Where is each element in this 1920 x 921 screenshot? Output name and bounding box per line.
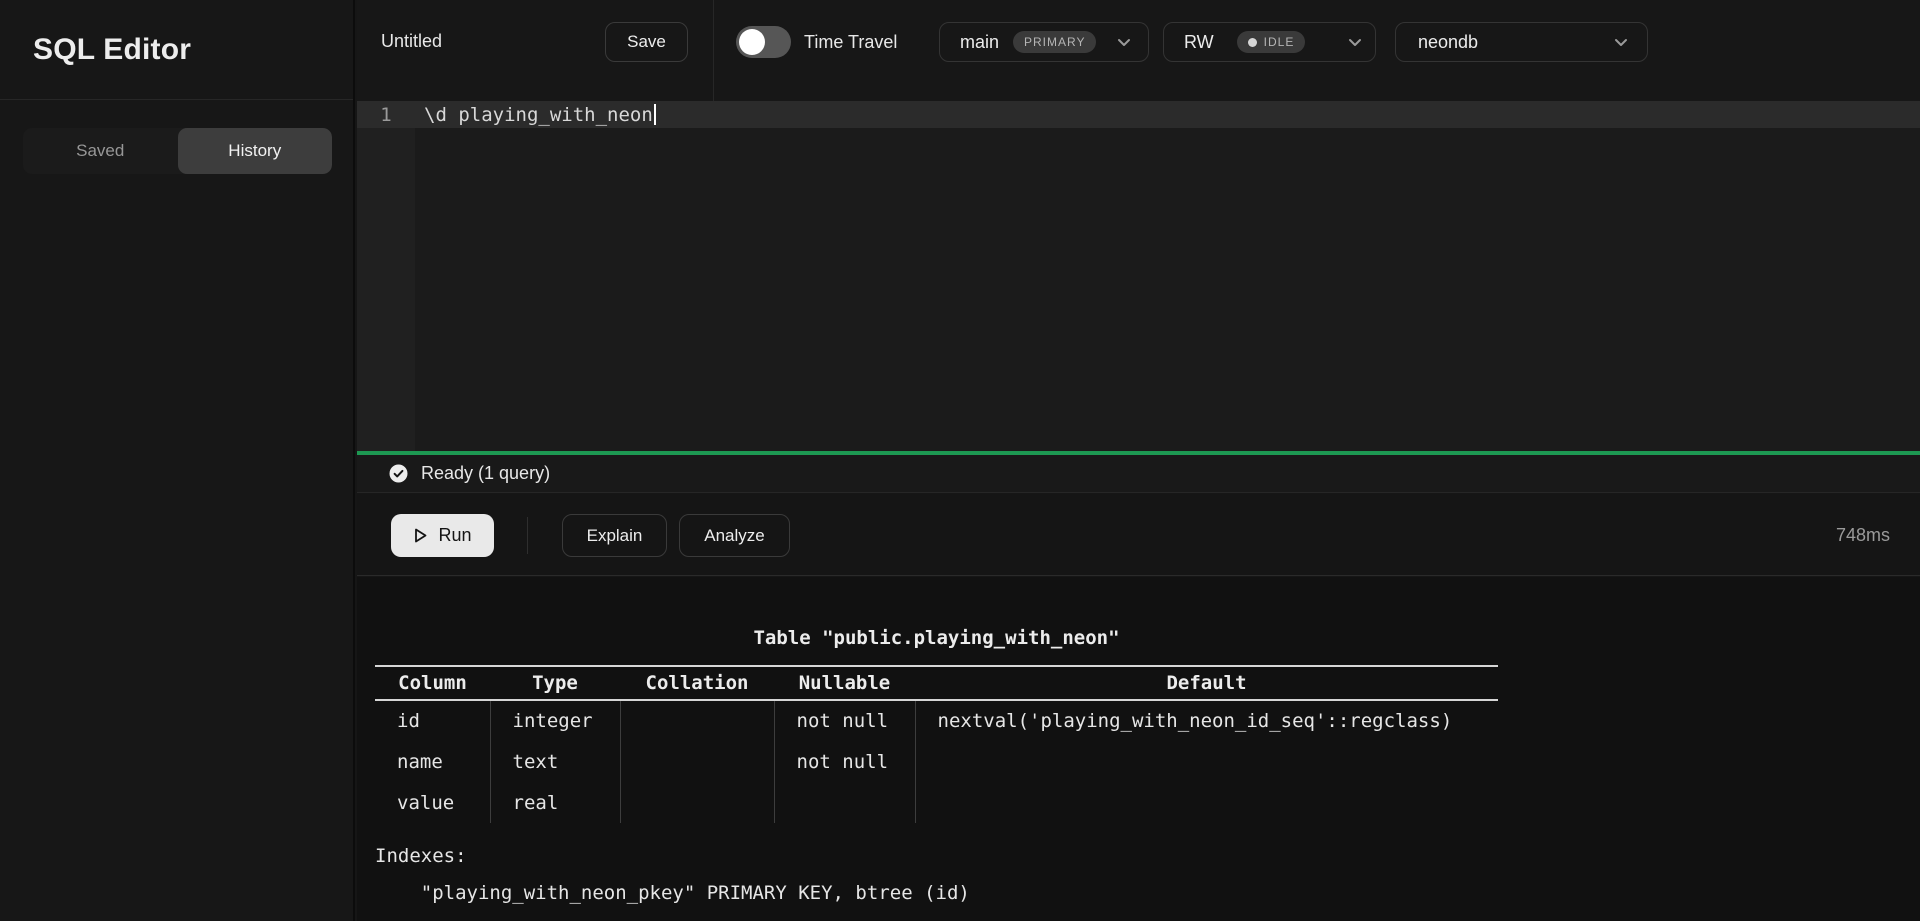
editor-gutter	[357, 101, 415, 451]
branch-select[interactable]: main PRIMARY	[939, 22, 1149, 62]
text-cursor	[654, 104, 656, 125]
chevron-down-icon	[1345, 32, 1365, 52]
topbar-divider	[713, 0, 714, 101]
tab-history-label: History	[228, 141, 281, 161]
results-table: Column Type Collation Nullable Default i…	[375, 665, 1498, 823]
table-cell: not null	[774, 700, 915, 741]
table-cell: nextval('playing_with_neon_id_seq'::regc…	[915, 700, 1498, 741]
column-header: Collation	[620, 666, 774, 700]
analyze-button[interactable]: Analyze	[679, 514, 790, 557]
compute-mode: RW	[1184, 32, 1214, 53]
chevron-down-icon	[1611, 32, 1631, 52]
check-circle-icon	[389, 464, 408, 483]
play-icon	[413, 527, 428, 544]
table-cell: name	[375, 741, 490, 782]
branch-primary-badge: PRIMARY	[1013, 31, 1096, 53]
indexes-footer: Indexes: "playing_with_neon_pkey" PRIMAR…	[375, 838, 1498, 912]
code-editor[interactable]: 1 \d playing_with_neon	[357, 101, 1920, 451]
code-line: \d playing_with_neon	[415, 104, 653, 126]
column-header: Type	[490, 666, 620, 700]
indexes-label: Indexes:	[375, 838, 1498, 875]
table-header-row: Column Type Collation Nullable Default	[375, 666, 1498, 700]
line-number: 1	[357, 104, 415, 126]
actions-divider	[527, 517, 528, 554]
explain-button-label: Explain	[587, 526, 643, 546]
query-title[interactable]: Untitled	[381, 31, 442, 52]
index-definition: "playing_with_neon_pkey" PRIMARY KEY, bt…	[375, 875, 1498, 912]
save-button-label: Save	[627, 32, 666, 52]
analyze-button-label: Analyze	[704, 526, 764, 546]
statusbar: Ready (1 query)	[357, 455, 1920, 493]
table-cell	[774, 782, 915, 823]
table-cell: integer	[490, 700, 620, 741]
database-name: neondb	[1418, 32, 1478, 53]
run-button-label: Run	[438, 525, 471, 546]
status-text: Ready (1 query)	[421, 463, 550, 484]
table-cell	[620, 782, 774, 823]
chevron-down-icon	[1114, 32, 1134, 52]
sidebar: SQL Editor Saved History	[0, 0, 355, 921]
table-cell: value	[375, 782, 490, 823]
table-row: name text not null	[375, 741, 1498, 782]
table-cell	[915, 741, 1498, 782]
toggle-knob	[739, 29, 765, 55]
table-cell: not null	[774, 741, 915, 782]
results-panel: Table "public.playing_with_neon" Column …	[357, 577, 1920, 921]
sidebar-tabs: Saved History	[23, 128, 332, 174]
tab-saved-label: Saved	[76, 141, 124, 161]
table-cell: real	[490, 782, 620, 823]
explain-button[interactable]: Explain	[562, 514, 667, 557]
tab-history[interactable]: History	[178, 128, 333, 174]
table-cell: text	[490, 741, 620, 782]
table-row: value real	[375, 782, 1498, 823]
compute-select[interactable]: RW IDLE	[1163, 22, 1376, 62]
branch-name: main	[960, 32, 999, 53]
query-duration: 748ms	[1836, 494, 1890, 576]
run-button[interactable]: Run	[391, 514, 494, 557]
column-header: Nullable	[774, 666, 915, 700]
table-cell	[620, 700, 774, 741]
results-title: Table "public.playing_with_neon"	[375, 624, 1498, 652]
save-button[interactable]: Save	[605, 22, 688, 62]
tab-saved[interactable]: Saved	[23, 128, 178, 174]
compute-status: IDLE	[1264, 35, 1295, 49]
idle-dot-icon	[1248, 38, 1257, 47]
topbar: Untitled Save Time Travel main PRIMARY R…	[357, 0, 1920, 101]
time-travel-toggle[interactable]	[736, 26, 791, 58]
psql-output: Table "public.playing_with_neon" Column …	[375, 577, 1498, 912]
page-title: SQL Editor	[33, 33, 191, 67]
table-cell: id	[375, 700, 490, 741]
editor-current-line[interactable]: 1 \d playing_with_neon	[357, 101, 1920, 128]
sql-editor-app: SQL Editor Saved History Untitled Save T…	[0, 0, 1920, 921]
compute-idle-badge: IDLE	[1237, 31, 1306, 53]
main-panel: Untitled Save Time Travel main PRIMARY R…	[357, 0, 1920, 921]
database-select[interactable]: neondb	[1395, 22, 1648, 62]
column-header: Default	[915, 666, 1498, 700]
column-header: Column	[375, 666, 490, 700]
table-cell	[620, 741, 774, 782]
table-cell	[915, 782, 1498, 823]
time-travel-label: Time Travel	[804, 32, 897, 53]
table-row: id integer not null nextval('playing_wit…	[375, 700, 1498, 741]
sidebar-header: SQL Editor	[0, 0, 353, 100]
actions-bar: Run Explain Analyze 748ms	[357, 494, 1920, 576]
